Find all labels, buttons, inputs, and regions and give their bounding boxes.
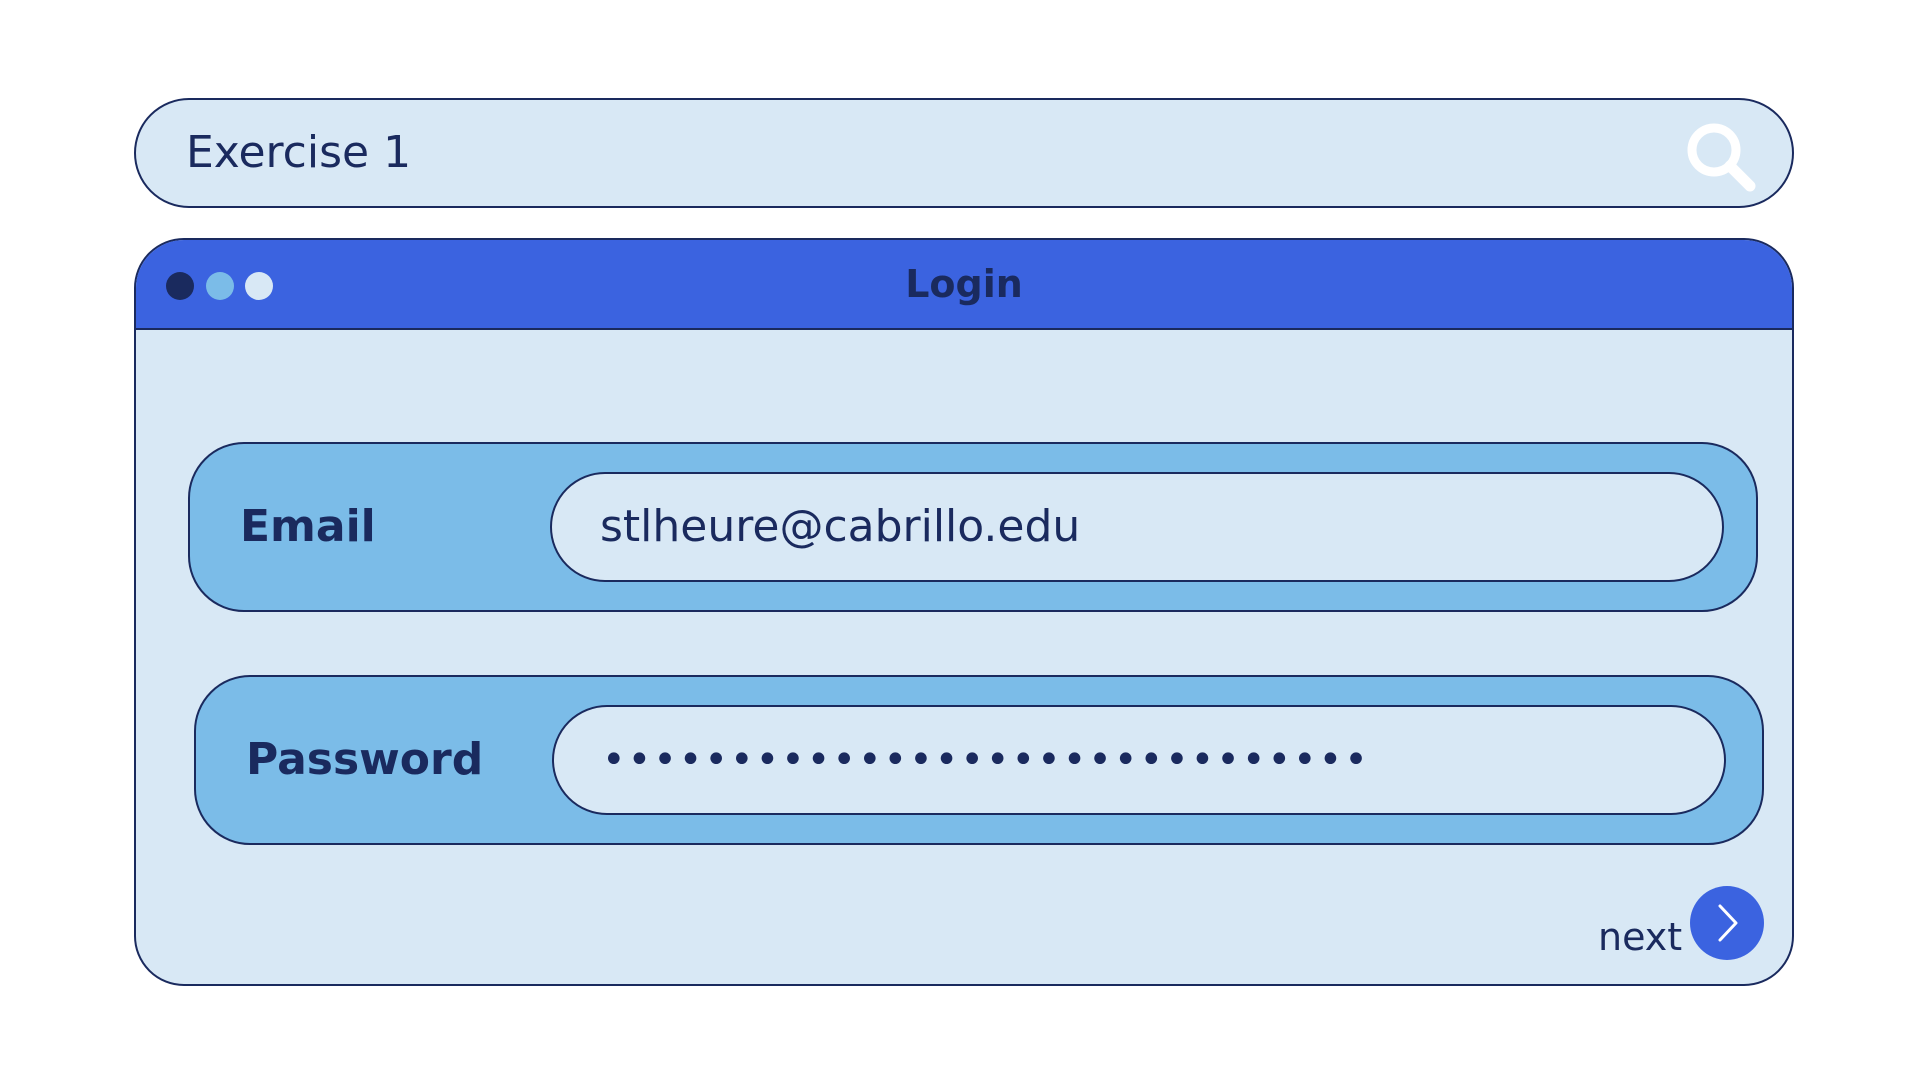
chevron-right-icon [1718,904,1738,942]
window-title: Login [905,262,1023,306]
search-bar[interactable]: Exercise 1 [134,98,1794,208]
login-window: Login Email stlheure@cabrillo.edu Passwo… [134,238,1794,986]
next-label[interactable]: next [1598,900,1682,974]
password-row: Password •••••••••••••••••••••••••••••• [194,675,1764,845]
email-label: Email [240,501,376,552]
email-field[interactable]: stlheure@cabrillo.edu [550,472,1724,582]
search-icon[interactable] [1684,120,1758,194]
password-label: Password [246,734,484,785]
email-row: Email stlheure@cabrillo.edu [188,442,1758,612]
search-input[interactable]: Exercise 1 [186,100,411,206]
password-field[interactable]: •••••••••••••••••••••••••••••• [552,705,1726,815]
next-button[interactable] [1690,886,1764,960]
window-titlebar: Login [136,240,1792,330]
